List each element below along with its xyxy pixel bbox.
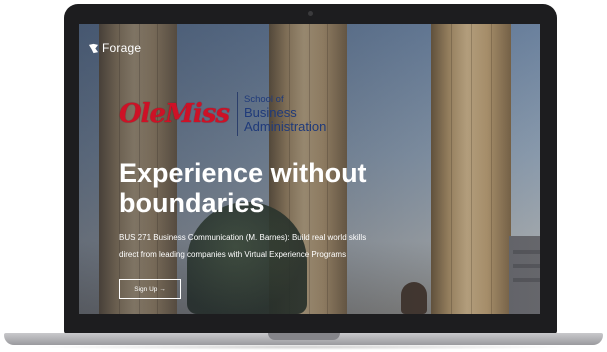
olemiss-wordmark: OleMiss bbox=[119, 99, 230, 129]
school-line-2: Business bbox=[244, 105, 297, 121]
hero-headline: Experience without boundaries bbox=[119, 158, 419, 218]
school-line-1: School of bbox=[244, 93, 284, 105]
brand-name: Forage bbox=[102, 41, 142, 55]
sign-up-button[interactable]: Sign Up → bbox=[119, 279, 181, 299]
school-line-3: Administration bbox=[244, 119, 327, 135]
description-line-1: BUS 271 Business Communication (M. Barne… bbox=[119, 233, 367, 242]
forage-leaf-icon bbox=[88, 43, 99, 53]
school-logo: OleMiss School of Business Administratio… bbox=[119, 92, 326, 136]
description-line-2: direct from leading companies with Virtu… bbox=[119, 250, 347, 259]
school-name: School of Business Administration bbox=[244, 95, 326, 134]
headline-line-2: boundaries bbox=[119, 188, 265, 218]
forage-logo[interactable]: Forage bbox=[88, 41, 141, 55]
hero-description: BUS 271 Business Communication (M. Barne… bbox=[119, 229, 454, 263]
logo-divider bbox=[237, 92, 238, 136]
laptop-notch bbox=[268, 333, 340, 340]
headline-line-1: Experience without bbox=[119, 158, 367, 188]
laptop-screen: Forage OleMiss School of Business Admini… bbox=[79, 24, 540, 314]
